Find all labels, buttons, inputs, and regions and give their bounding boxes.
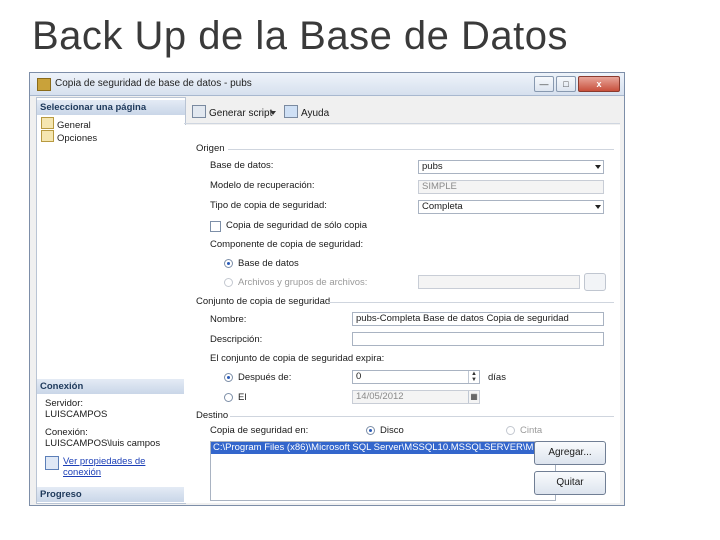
backup-type-label: Tipo de copia de seguridad: (210, 200, 327, 211)
nav-item-label: Opciones (57, 133, 98, 144)
copy-only-checkbox[interactable] (210, 221, 221, 232)
component-database-radio[interactable] (224, 259, 233, 268)
destination-list[interactable]: C:\Program Files (x86)\Microsoft SQL Ser… (210, 441, 556, 501)
expire-after-label: Después de: (238, 372, 292, 383)
origin-group-title: Origen (196, 143, 225, 154)
database-icon (37, 78, 51, 91)
component-files-radio[interactable] (224, 278, 233, 287)
backup-set-group-title: Conjunto de copia de seguridad (196, 296, 331, 307)
spin-arrows-icon[interactable]: ▲ ▼ (468, 371, 479, 383)
browse-files-button[interactable] (584, 273, 606, 291)
expire-date-picker[interactable]: 14/05/2012 ▦ (352, 390, 480, 404)
backup-to-label: Copia de seguridad en: (210, 425, 309, 436)
help-label: Ayuda (301, 108, 330, 119)
database-value: pubs (422, 161, 443, 172)
chevron-down-icon (595, 205, 601, 209)
backup-type-value: Completa (422, 201, 463, 212)
database-label: Base de datos: (210, 160, 274, 171)
generate-script-label: Generar script (209, 108, 273, 119)
recovery-model-label: Modelo de recuperación: (210, 180, 315, 191)
days-label: días (488, 372, 506, 383)
component-database-label: Base de datos (238, 258, 299, 269)
add-destination-button[interactable]: Agregar... (534, 441, 606, 465)
destination-group-title: Destino (196, 410, 229, 421)
select-page-header: Seleccionar una página (37, 100, 185, 115)
server-label: Servidor: (45, 398, 84, 409)
name-label: Nombre: (210, 314, 247, 325)
database-select[interactable]: pubs (418, 160, 604, 174)
page-icon (41, 130, 54, 142)
help-button[interactable]: Ayuda (284, 105, 329, 121)
disk-label: Disco (380, 425, 404, 436)
expire-on-label: El (238, 392, 247, 403)
description-input[interactable] (352, 332, 604, 346)
component-label: Componente de copia de seguridad: (210, 239, 364, 250)
chevron-down-icon (595, 165, 601, 169)
expires-label: El conjunto de copia de seguridad expira… (210, 353, 385, 364)
nav-item-general[interactable]: General (41, 117, 91, 131)
minimize-button[interactable]: — (534, 76, 554, 92)
origin-divider (228, 149, 614, 150)
slide-title: Back Up de la Base de Datos (32, 14, 569, 58)
toolbar: Generar script Ayuda (184, 101, 620, 124)
copy-only-label: Copia de seguridad de sólo copia (226, 220, 368, 231)
server-value: LUISCAMPOS (45, 409, 108, 420)
files-field (418, 275, 580, 289)
expire-date-value: 14/05/2012 (356, 391, 404, 402)
general-page: Origen Base de datos: pubs Modelo de rec… (184, 125, 620, 503)
expire-days-stepper[interactable]: 0 ▲ ▼ (352, 370, 480, 384)
backup-name-input[interactable]: pubs-Completa Base de datos Copia de seg… (352, 312, 604, 326)
expire-on-radio[interactable] (224, 393, 233, 402)
remove-destination-button[interactable]: Quitar (534, 471, 606, 495)
properties-icon (45, 456, 59, 470)
connection-header: Conexión (37, 379, 185, 394)
destination-divider (230, 416, 614, 417)
dialog-titlebar[interactable]: Copia de seguridad de base de datos - pu… (30, 73, 624, 96)
close-button[interactable]: x (578, 76, 620, 92)
generate-script-button[interactable]: Generar script (192, 105, 272, 121)
backup-type-select[interactable]: Completa (418, 200, 604, 214)
component-files-label: Archivos y grupos de archivos: (238, 277, 368, 288)
expire-after-radio[interactable] (224, 373, 233, 382)
left-pane: Seleccionar una página General Opciones … (36, 97, 186, 504)
dialog-title: Copia de seguridad de base de datos - pu… (55, 78, 252, 89)
expire-days-value: 0 (356, 371, 362, 382)
disk-radio[interactable] (366, 426, 375, 435)
calendar-icon[interactable]: ▦ (468, 391, 479, 403)
help-icon (284, 105, 298, 118)
progress-header: Progreso (37, 487, 185, 502)
tape-radio[interactable] (506, 426, 515, 435)
description-label: Descripción: (210, 334, 263, 345)
connection-label: Conexión: (45, 427, 88, 438)
script-icon (192, 105, 206, 118)
script-dropdown-arrow-icon[interactable] (270, 111, 276, 115)
backup-dialog: Copia de seguridad de base de datos - pu… (29, 72, 625, 506)
connection-value: LUISCAMPOS\luis campos (45, 438, 161, 449)
view-connection-properties-link[interactable]: Ver propiedades de (63, 456, 145, 467)
list-item[interactable]: C:\Program Files (x86)\Microsoft SQL Ser… (211, 442, 555, 454)
tape-label: Cinta (520, 425, 543, 436)
page-icon (41, 117, 54, 129)
nav-item-opciones[interactable]: Opciones (41, 130, 98, 144)
maximize-button[interactable]: □ (556, 76, 576, 92)
backup-set-divider (328, 302, 614, 303)
recovery-model-field: SIMPLE (418, 180, 604, 194)
view-connection-properties-link-2[interactable]: conexión (63, 467, 101, 478)
